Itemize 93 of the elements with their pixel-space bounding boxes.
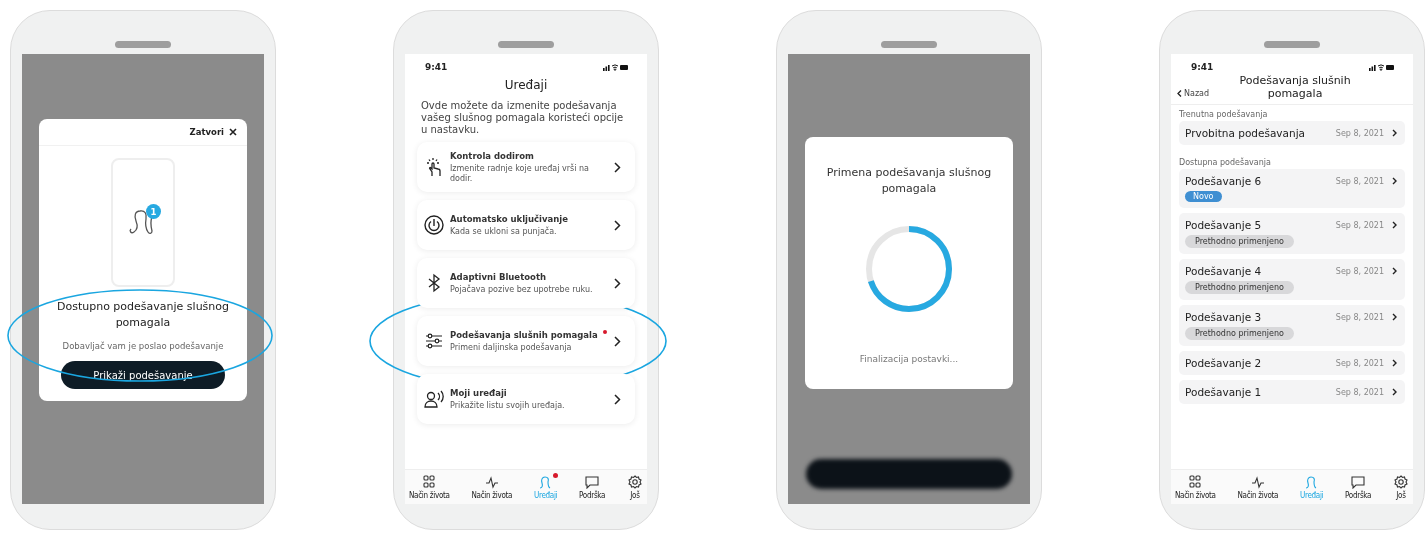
notification-badge: 1 xyxy=(146,204,161,219)
status-tag: Prethodno primenjeno xyxy=(1185,235,1294,248)
setting-name: Podešavanje 5 xyxy=(1185,219,1263,231)
card-subtitle: Prikažite listu svojih uređaja. xyxy=(450,400,566,411)
tab-item[interactable]: Podrška xyxy=(579,475,606,500)
chevron-icon xyxy=(614,393,621,405)
chevron-icon xyxy=(1392,388,1397,396)
modal-message: Dobavljač vam je poslao podešavanje xyxy=(62,340,224,353)
card-title: Adaptivni Bluetooth xyxy=(450,271,547,282)
status-tag: Prethodno primenjeno xyxy=(1185,327,1294,340)
speaker-slot xyxy=(1264,41,1320,48)
menu-card[interactable]: Adaptivni Bluetooth Pojačava pozive bez upotrebe ruku. xyxy=(417,258,635,308)
settings-icon xyxy=(1393,475,1409,489)
setting-name: Podešavanje 2 xyxy=(1185,357,1263,369)
speaker-slot xyxy=(115,41,171,48)
setting-date: Sep 8, 2021 xyxy=(1335,312,1384,322)
setting-date: Sep 8, 2021 xyxy=(1335,358,1384,368)
setting-date: Sep 8, 2021 xyxy=(1335,387,1384,397)
close-button[interactable]: Zatvori xyxy=(189,127,237,137)
setting-card[interactable]: Podešavanje 5 Sep 8, 2021 Prethodno primenjeno xyxy=(1179,213,1405,254)
chevron-icon xyxy=(1392,267,1397,275)
setting-card[interactable]: Prvobitna podešavanja Sep 8, 2021 xyxy=(1179,121,1405,145)
setting-date: Sep 8, 2021 xyxy=(1335,266,1384,276)
card-title: Moji uređaji xyxy=(450,387,508,398)
chevron-icon xyxy=(1392,129,1397,137)
menu-card[interactable]: Podešavanja slušnih pomagala Primeni daljinska podešavanja xyxy=(417,316,635,366)
status-icons xyxy=(603,63,629,71)
modal-title: Dostupno podešavanje slušnog pomagala xyxy=(55,299,230,331)
tab-item[interactable]: Način života xyxy=(1175,475,1216,500)
card-title: Podešavanja slušnih pomagala xyxy=(450,329,599,340)
card-title: Kontrola dodirom xyxy=(450,150,535,161)
tab-item[interactable]: Još xyxy=(1393,475,1409,500)
menu-card[interactable]: Automatsko uključivanje Kada se ukloni sa punjača. xyxy=(417,200,635,250)
setting-name: Podešavanje 6 xyxy=(1185,175,1263,187)
setting-name: Podešavanje 4 xyxy=(1185,265,1263,277)
back-button[interactable]: Nazad xyxy=(1177,89,1210,100)
tab-item[interactable]: Način života xyxy=(471,475,513,500)
chevron-icon xyxy=(1392,359,1397,367)
section-label: Trenutna podešavanja xyxy=(1179,110,1269,119)
back-chevron-icon xyxy=(1177,90,1182,97)
status-time: 9:41 xyxy=(1191,62,1214,72)
tab-item[interactable]: Način života xyxy=(1237,475,1279,500)
chevron-icon xyxy=(614,335,621,347)
chat-icon xyxy=(1350,475,1367,489)
screen-title: Podešavanja slušnih pomagala xyxy=(1238,74,1352,100)
speaker-slot xyxy=(881,41,937,48)
power-icon xyxy=(423,214,445,236)
status-text: Finalizacija postavki... xyxy=(859,354,959,364)
setting-name: Prvobitna podešavanja xyxy=(1185,127,1306,139)
show-setting-button[interactable]: Prikaži podešavanje xyxy=(61,361,225,389)
menu-card[interactable]: Moji uređaji Prikažite listu svojih uređaja. xyxy=(417,374,635,424)
grid-icon xyxy=(1187,475,1204,489)
card-subtitle: Izmenite radnje koje uređaj vrši na dodir. xyxy=(450,163,590,184)
close-icon xyxy=(229,128,237,136)
chevron-icon xyxy=(614,219,621,231)
chevron-icon xyxy=(1392,221,1397,229)
pulse-icon xyxy=(1249,475,1266,489)
grid-icon xyxy=(421,475,438,489)
setting-card[interactable]: Podešavanje 4 Sep 8, 2021 Prethodno primenjeno xyxy=(1179,259,1405,300)
setting-date: Sep 8, 2021 xyxy=(1335,176,1384,186)
screen-title: Uređaji xyxy=(503,77,549,94)
intro-text: Ovde možete da izmenite podešavanja vašeg slušnog pomagala koristeći opcije u nastavku. xyxy=(420,100,625,137)
setting-card[interactable]: Podešavanje 6 Sep 8, 2021 Novo xyxy=(1179,169,1405,208)
card-subtitle: Pojačava pozive bez upotrebe ruku. xyxy=(450,284,594,295)
speaker-slot xyxy=(498,41,554,48)
setting-name: Podešavanje 3 xyxy=(1185,311,1263,323)
pulse-icon xyxy=(483,475,500,489)
section-label: Dostupna podešavanja xyxy=(1179,158,1272,167)
new-tag: Novo xyxy=(1185,191,1222,202)
setting-date: Sep 8, 2021 xyxy=(1335,220,1384,230)
chevron-icon xyxy=(614,277,621,289)
setting-date: Sep 8, 2021 xyxy=(1335,128,1384,138)
setting-card[interactable]: Podešavanje 3 Sep 8, 2021 Prethodno primenjeno xyxy=(1179,305,1405,346)
settings-icon xyxy=(627,475,643,489)
card-subtitle: Primeni daljinska podešavanja xyxy=(450,342,573,353)
dialog-title: Primena podešavanja slušnog pomagala xyxy=(825,165,993,197)
setting-card[interactable]: Podešavanje 1 Sep 8, 2021 xyxy=(1179,380,1405,404)
chevron-icon xyxy=(1392,313,1397,321)
tab-item[interactable]: Podrška xyxy=(1345,475,1372,500)
card-title: Automatsko uključivanje xyxy=(450,213,569,224)
chevron-icon xyxy=(614,161,621,173)
card-subtitle: Kada se ukloni sa punjača. xyxy=(450,226,558,237)
chevron-icon xyxy=(1392,177,1397,185)
chat-icon xyxy=(584,475,601,489)
status-time: 9:41 xyxy=(425,62,448,72)
setting-card[interactable]: Podešavanje 2 Sep 8, 2021 xyxy=(1179,351,1405,375)
menu-card[interactable]: Kontrola dodirom Izmenite radnje koje uređaj vrši na dodir. xyxy=(417,142,635,192)
person-sound-icon xyxy=(423,388,445,410)
tab-item[interactable]: Još xyxy=(627,475,643,500)
tab-item[interactable]: Način života xyxy=(409,475,450,500)
status-icons xyxy=(1369,63,1395,71)
setting-name: Podešavanje 1 xyxy=(1185,386,1263,398)
status-tag: Prethodno primenjeno xyxy=(1185,281,1294,294)
